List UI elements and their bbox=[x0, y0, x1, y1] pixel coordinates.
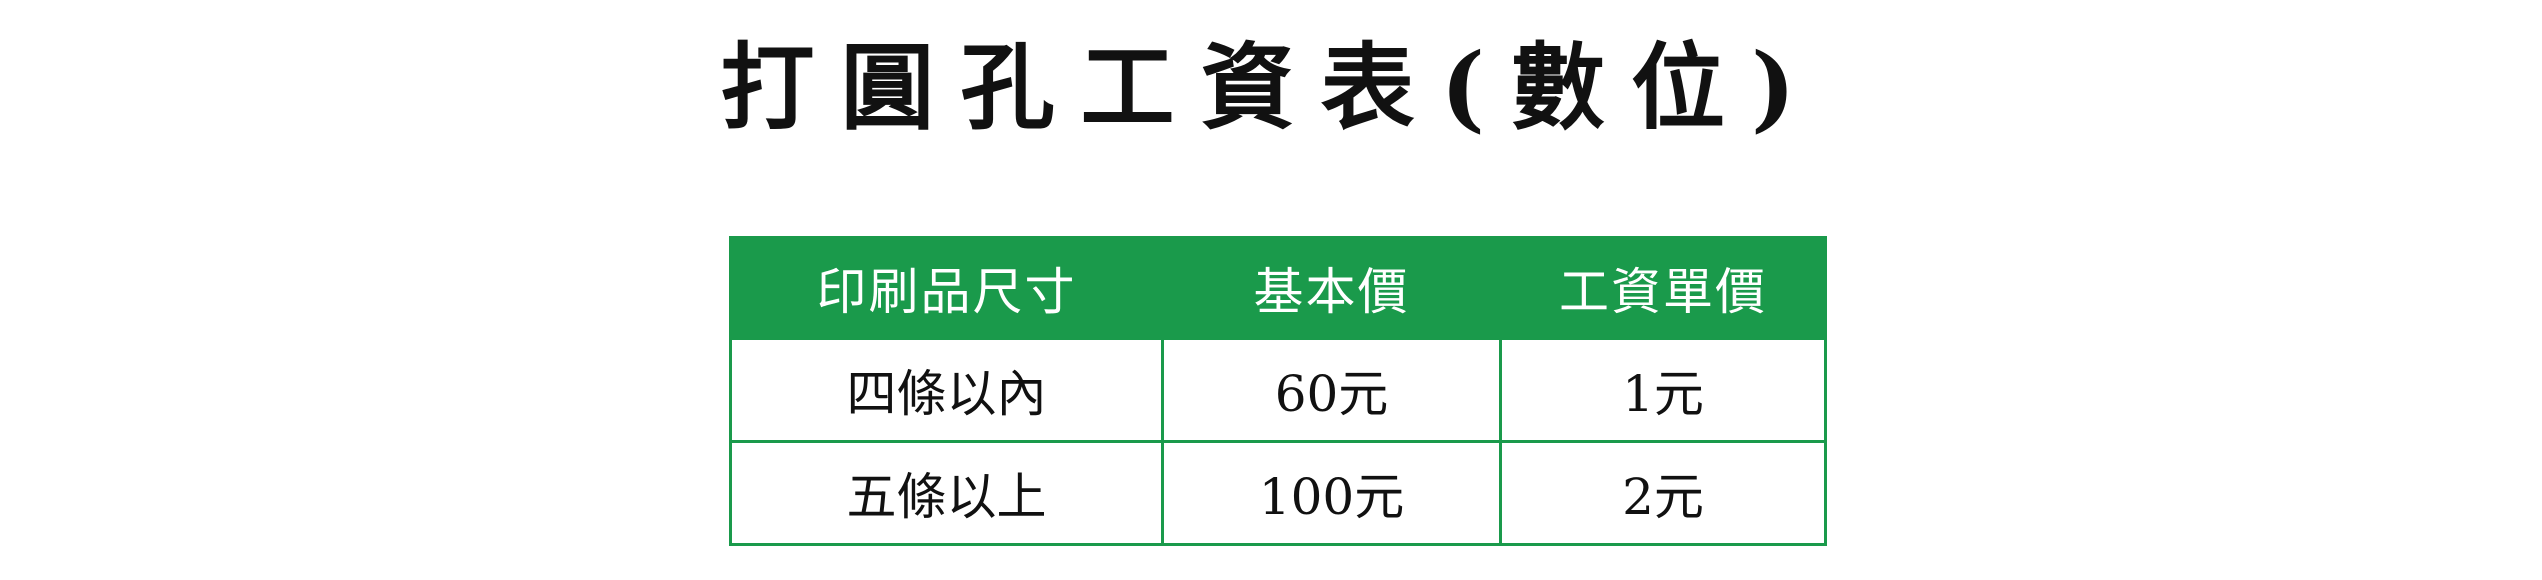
header-print-size: 印刷品尺寸 bbox=[729, 236, 1164, 340]
table-row: 五條以上 100元 2元 bbox=[729, 440, 1827, 546]
cell-size: 五條以上 bbox=[729, 440, 1164, 546]
table-header-row: 印刷品尺寸 基本價 工資單價 bbox=[729, 236, 1827, 340]
price-table-container: 印刷品尺寸 基本價 工資單價 四條以內 60元 1元 五條以上 100元 2元 bbox=[729, 236, 1827, 546]
table-row: 四條以內 60元 1元 bbox=[729, 337, 1827, 443]
cell-base-price: 100元 bbox=[1161, 440, 1502, 546]
page-title: 打圓孔工資表(數位) bbox=[720, 33, 1822, 143]
cell-base-price: 60元 bbox=[1161, 337, 1502, 443]
header-unit-price: 工資單價 bbox=[1499, 236, 1827, 340]
cell-unit-price: 1元 bbox=[1499, 337, 1827, 443]
price-table: 印刷品尺寸 基本價 工資單價 四條以內 60元 1元 五條以上 100元 2元 bbox=[729, 236, 1827, 546]
cell-size: 四條以內 bbox=[729, 337, 1164, 443]
header-base-price: 基本價 bbox=[1161, 236, 1502, 340]
cell-unit-price: 2元 bbox=[1499, 440, 1827, 546]
